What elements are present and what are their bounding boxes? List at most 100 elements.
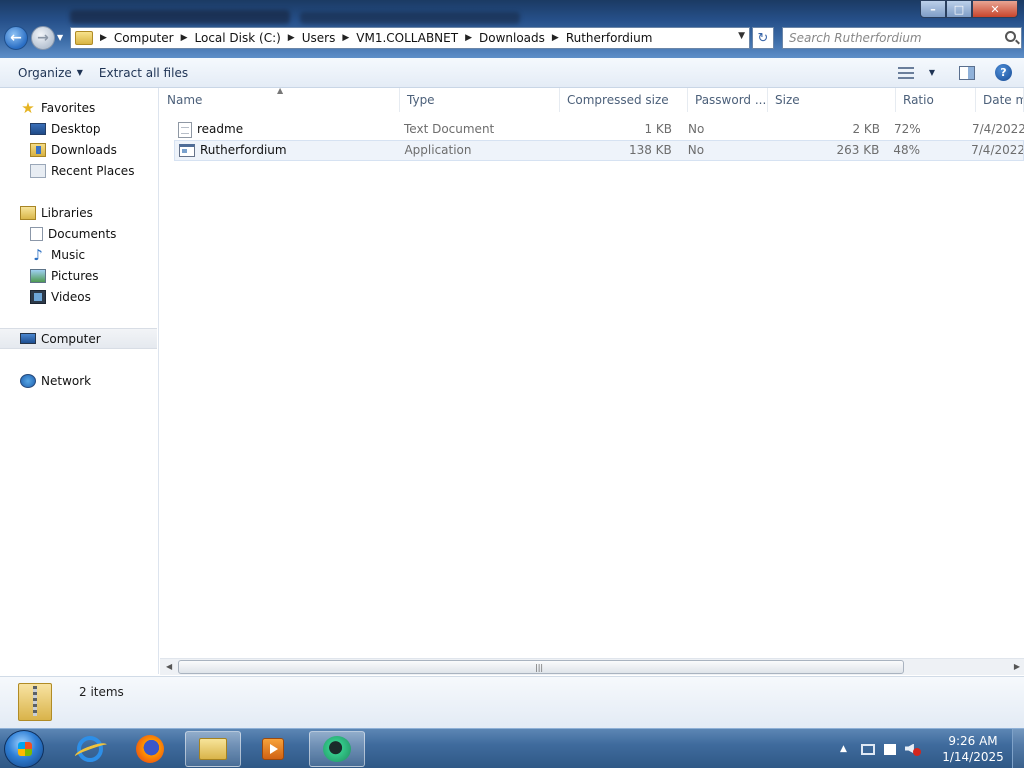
preview-pane-icon[interactable] (959, 65, 975, 80)
nav-downloads[interactable]: Downloads (0, 139, 157, 160)
maximize-button[interactable]: □ (946, 0, 972, 18)
taskbar-media-player[interactable] (245, 731, 301, 767)
breadcrumb-rutherfordium[interactable]: Rutherfordium (566, 31, 653, 45)
taskbar-windows-explorer[interactable] (185, 731, 241, 767)
file-type: Text Document (404, 122, 495, 136)
network-status-icon[interactable] (860, 743, 875, 755)
forward-arrow-icon: → (37, 30, 49, 46)
address-history-dropdown[interactable]: ▼ (738, 31, 745, 41)
recent-places-icon (30, 163, 46, 178)
chevron-right-icon[interactable]: ▶ (342, 33, 349, 43)
notification-area: ▲ (840, 729, 929, 768)
extract-all-files-label: Extract all files (98, 65, 189, 80)
horizontal-scrollbar[interactable]: ◀ ||| ▶ (160, 658, 1024, 675)
column-label: Date mo (983, 93, 1023, 107)
clock-time: 9:26 AM (948, 734, 998, 748)
forward-button[interactable]: → (31, 26, 55, 50)
column-header-password[interactable]: Password ... (688, 88, 768, 112)
address-bar[interactable]: ▶ Computer ▶ Local Disk (C:) ▶ Users ▶ V… (70, 27, 750, 49)
action-center-flag-icon[interactable] (883, 743, 896, 755)
help-icon[interactable]: ? (995, 64, 1012, 81)
chevron-right-icon[interactable]: ▶ (100, 33, 107, 43)
refresh-icon: ↻ (757, 30, 769, 46)
nav-network[interactable]: Network (0, 370, 157, 391)
documents-icon (30, 226, 43, 241)
view-options-dropdown[interactable]: ▼ (929, 68, 935, 77)
refresh-button[interactable]: ↻ (752, 27, 774, 49)
nav-label: Downloads (51, 142, 117, 157)
column-header-size[interactable]: Size (768, 88, 896, 112)
sort-ascending-icon: ▲ (277, 88, 284, 95)
details-pane: 2 items (0, 676, 1024, 728)
scrollbar-thumb[interactable]: ||| (178, 660, 904, 674)
taskbar-internet-explorer[interactable] (62, 731, 118, 767)
column-label: Password ... (695, 93, 767, 107)
column-header-name[interactable]: ▲ Name (160, 88, 400, 112)
downloads-icon (30, 142, 46, 157)
window-title-bar: – □ ✕ ← → ▼ ▶ Computer ▶ Local Disk (C:)… (0, 0, 1024, 58)
zip-folder-icon (18, 683, 52, 721)
file-name: Rutherfordium (200, 143, 287, 157)
nav-favorites[interactable]: ★ Favorites (0, 97, 157, 118)
minimize-button[interactable]: – (920, 0, 946, 18)
breadcrumb-computer[interactable]: Computer (114, 31, 174, 45)
search-icon[interactable] (1005, 31, 1016, 42)
nav-libraries[interactable]: Libraries (0, 202, 157, 223)
nav-recent-places[interactable]: Recent Places (0, 160, 157, 181)
breadcrumb-local-disk[interactable]: Local Disk (C:) (195, 31, 281, 45)
background-window-title (300, 12, 520, 24)
nav-videos[interactable]: Videos (0, 286, 157, 307)
nav-label: Pictures (51, 268, 99, 283)
search-box[interactable] (782, 27, 1022, 49)
recent-pages-dropdown[interactable]: ▼ (57, 33, 63, 42)
breadcrumb-downloads[interactable]: Downloads (479, 31, 545, 45)
column-header-compressed-size[interactable]: Compressed size (560, 88, 688, 112)
file-name-cell: Rutherfordium (175, 140, 400, 161)
column-header-type[interactable]: Type (400, 88, 560, 112)
item-count: 2 items (79, 685, 124, 699)
internet-explorer-icon (77, 736, 103, 762)
column-header-date-modified[interactable]: Date mo (976, 88, 1024, 112)
file-row[interactable]: readme Text Document 1 KB No 2 KB 72% 7/… (174, 119, 1024, 140)
column-label: Type (407, 93, 435, 107)
nav-desktop[interactable]: Desktop (0, 118, 157, 139)
column-label: Ratio (903, 93, 934, 107)
volume-muted-icon[interactable] (904, 742, 921, 757)
taskbar-app[interactable] (309, 731, 365, 767)
close-button[interactable]: ✕ (972, 0, 1018, 18)
star-icon: ★ (21, 98, 35, 117)
column-label: Size (775, 93, 800, 107)
change-view-icon[interactable] (897, 66, 914, 79)
clock-date: 1/14/2025 (942, 750, 1004, 764)
chevron-right-icon[interactable]: ▶ (288, 33, 295, 43)
breadcrumb-users[interactable]: Users (302, 31, 336, 45)
pictures-icon (30, 268, 46, 283)
nav-pictures[interactable]: Pictures (0, 265, 157, 286)
chevron-right-icon[interactable]: ▶ (465, 33, 472, 43)
taskbar: ▲ 9:26 AM 1/14/2025 (0, 728, 1024, 768)
chevron-right-icon[interactable]: ▶ (552, 33, 559, 43)
system-clock[interactable]: 9:26 AM 1/14/2025 (936, 733, 1010, 765)
back-button[interactable]: ← (4, 26, 28, 50)
file-row[interactable]: Rutherfordium Application 138 KB No 263 … (174, 140, 1024, 161)
file-compressed-size: 1 KB (644, 122, 672, 136)
scroll-left-arrow-icon[interactable]: ◀ (166, 662, 172, 671)
organize-button[interactable]: Organize ▼ (10, 66, 91, 80)
scroll-right-arrow-icon[interactable]: ▶ (1014, 662, 1020, 671)
column-header-ratio[interactable]: Ratio (896, 88, 976, 112)
media-player-icon (262, 738, 284, 760)
start-button[interactable] (4, 730, 44, 768)
zip-folder-icon (75, 31, 93, 45)
nav-music[interactable]: ♪ Music (0, 244, 157, 265)
nav-computer[interactable]: Computer (0, 328, 157, 349)
breadcrumb-user[interactable]: VM1.COLLABNET (356, 31, 458, 45)
show-desktop-button[interactable] (1012, 729, 1024, 768)
chevron-right-icon[interactable]: ▶ (181, 33, 188, 43)
taskbar-firefox[interactable] (122, 731, 178, 767)
extract-all-files-button[interactable]: Extract all files (91, 66, 196, 80)
nav-documents[interactable]: Documents (0, 223, 157, 244)
libraries-icon (20, 205, 36, 220)
search-input[interactable] (783, 28, 993, 48)
background-window-title (70, 10, 290, 24)
show-hidden-icons-icon[interactable]: ▲ (840, 744, 847, 754)
